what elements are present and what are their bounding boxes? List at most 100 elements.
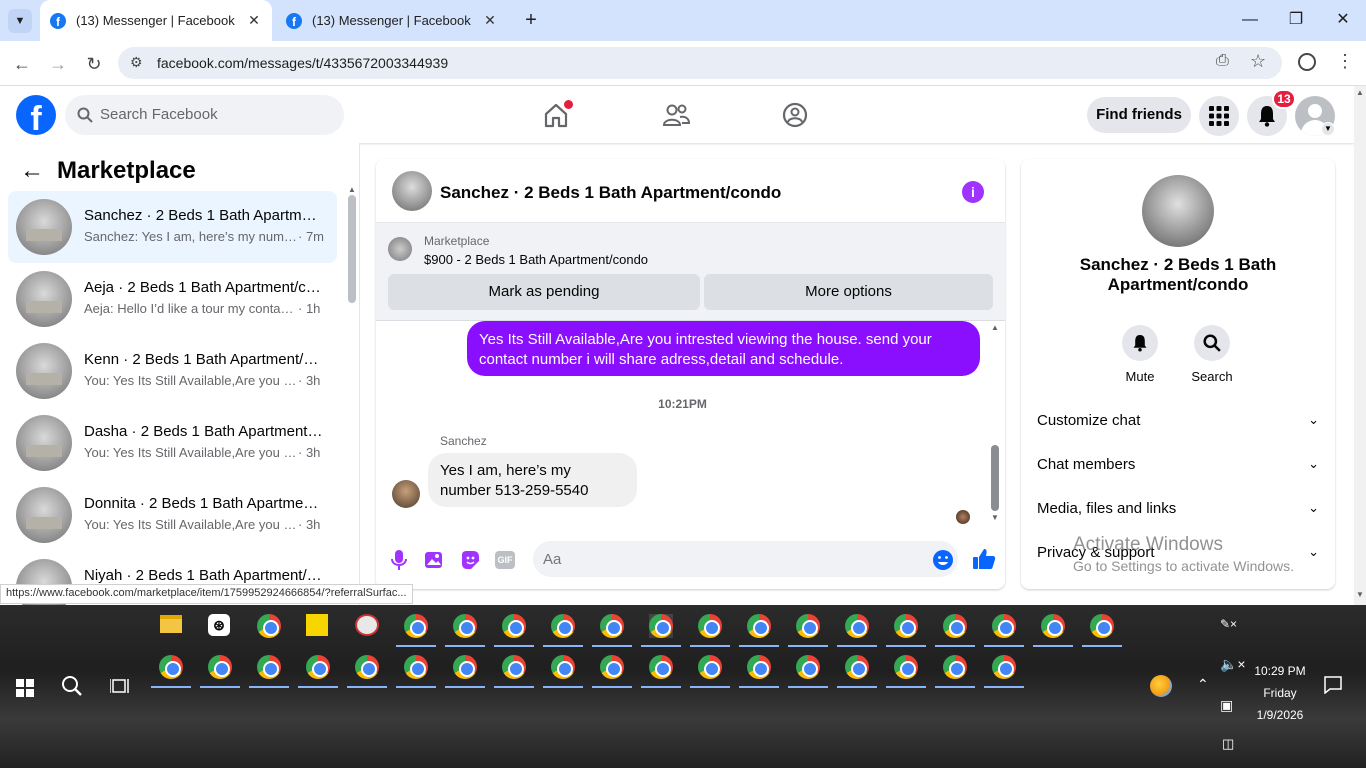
close-tab-icon[interactable]: ✕ (480, 12, 500, 29)
capcut-icon[interactable]: ⊛ (208, 614, 230, 636)
scrollbar[interactable] (348, 195, 356, 303)
browser-tab-active[interactable]: f (13) Messenger | Facebook ✕ (40, 0, 272, 41)
media-files-links-section[interactable]: Media, files and links ⌄ (1037, 500, 1319, 524)
microphone-icon[interactable] (388, 549, 410, 571)
conversation-item[interactable]: Sanchez · 2 Beds 1 Bath Apartment/condo S… (8, 191, 337, 263)
network-icon[interactable]: ▣ (1220, 697, 1233, 714)
customize-chat-section[interactable]: Customize chat ⌄ (1037, 412, 1319, 436)
tab-search-button[interactable]: ▼ (8, 9, 32, 33)
search-facebook-field[interactable]: Search Facebook (65, 95, 344, 135)
browser-tab-inactive[interactable]: f (13) Messenger | Facebook ✕ (276, 0, 508, 41)
scroll-down-icon[interactable]: ▼ (1356, 590, 1364, 599)
gif-icon[interactable]: GIF (495, 551, 515, 569)
install-app-icon[interactable]: ⎙ (1216, 52, 1229, 70)
chrome-window-icon[interactable] (355, 655, 379, 679)
browser-menu-icon[interactable]: ⋮ (1336, 51, 1354, 71)
weather-icon[interactable] (1150, 675, 1172, 697)
mute-button[interactable]: Mute (1110, 325, 1170, 384)
conversation-item[interactable]: Dasha · 2 Beds 1 Bath Apartment/condo You… (8, 407, 337, 479)
chrome-window-icon[interactable] (698, 614, 722, 638)
chrome-window-icon[interactable] (747, 655, 771, 679)
chrome-window-icon[interactable] (943, 614, 967, 638)
facebook-logo-icon[interactable]: f (16, 95, 56, 135)
chrome-window-icon[interactable] (306, 655, 330, 679)
new-tab-button[interactable]: + (519, 8, 543, 32)
page-scrollbar[interactable]: ▲ ▼ (1354, 86, 1366, 605)
conversation-item[interactable]: Kenn · 2 Beds 1 Bath Apartment/condo You:… (8, 335, 337, 407)
scroll-up-icon[interactable]: ▲ (1356, 88, 1364, 97)
chrome-window-icon[interactable] (257, 655, 281, 679)
mark-as-pending-button[interactable]: Mark as pending (388, 274, 700, 310)
paint-app-icon[interactable] (355, 614, 379, 636)
more-options-button[interactable]: More options (704, 274, 993, 310)
like-thumbs-up-icon[interactable] (972, 547, 996, 571)
chrome-window-icon[interactable] (1041, 614, 1065, 638)
search-conversation-button[interactable]: Search (1182, 325, 1242, 384)
chrome-window-icon[interactable] (698, 655, 722, 679)
pen-tray-icon[interactable]: ✎× (1220, 617, 1237, 631)
groups-icon[interactable] (780, 100, 810, 130)
chat-members-section[interactable]: Chat members ⌄ (1037, 456, 1319, 480)
bookmark-star-icon[interactable]: ☆ (1250, 51, 1266, 72)
scroll-up-icon[interactable]: ▲ (991, 323, 999, 332)
sticker-icon[interactable] (459, 549, 481, 571)
scroll-down-icon[interactable]: ▼ (991, 513, 999, 522)
minimize-button[interactable]: — (1236, 8, 1264, 32)
back-arrow-icon[interactable]: ← (20, 157, 44, 185)
restore-button[interactable]: ❐ (1282, 8, 1310, 32)
chat-title[interactable]: Sanchez · 2 Beds 1 Bath Apartment/condo (440, 183, 781, 203)
chevron-up-icon[interactable]: ⌃ (1197, 676, 1209, 693)
address-bar[interactable]: ⚙ facebook.com/messages/t/43356720033449… (118, 47, 1282, 79)
chrome-window-icon[interactable] (943, 655, 967, 679)
chrome-window-icon[interactable] (159, 655, 183, 679)
back-button[interactable]: ← (8, 50, 36, 78)
chrome-app-icon[interactable] (257, 614, 281, 638)
scroll-up-icon[interactable]: ▲ (348, 185, 356, 194)
close-window-button[interactable]: ✕ (1329, 8, 1357, 32)
photo-icon[interactable] (423, 549, 445, 571)
friends-icon[interactable] (661, 100, 691, 130)
chrome-window-icon[interactable] (404, 655, 428, 679)
chrome-window-icon[interactable] (845, 655, 869, 679)
chrome-window-icon[interactable] (649, 655, 673, 679)
chrome-window-icon[interactable] (551, 614, 575, 638)
task-view-icon[interactable] (110, 677, 130, 695)
conversation-item[interactable]: Donnita · 2 Beds 1 Bath Apartment/condo Y… (8, 479, 337, 551)
chrome-window-icon[interactable] (208, 655, 232, 679)
chrome-window-icon[interactable] (502, 614, 526, 638)
chrome-window-icon[interactable] (894, 655, 918, 679)
chrome-window-icon[interactable] (453, 614, 477, 638)
listing-title[interactable]: $900 - 2 Beds 1 Bath Apartment/condo (424, 252, 648, 267)
conversation-item[interactable]: Aeja · 2 Beds 1 Bath Apartment/condo Aeja… (8, 263, 337, 335)
chrome-window-icon[interactable] (747, 614, 771, 638)
find-friends-button[interactable]: Find friends (1087, 97, 1191, 133)
info-icon[interactable]: i (962, 181, 984, 203)
chrome-window-icon[interactable] (796, 614, 820, 638)
chrome-window-icon[interactable] (551, 655, 575, 679)
menu-button[interactable] (1199, 96, 1239, 136)
chrome-window-icon[interactable] (796, 655, 820, 679)
search-icon[interactable] (61, 675, 83, 697)
chrome-window-icon[interactable] (992, 655, 1016, 679)
forward-button[interactable]: → (44, 50, 72, 78)
windows-start-icon[interactable] (16, 679, 34, 697)
message-scrollbar-thumb[interactable] (991, 445, 999, 511)
notifications-center-icon[interactable] (1324, 676, 1342, 694)
chrome-window-icon[interactable] (845, 614, 869, 638)
system-clock[interactable]: 10:29 PM Friday 1/9/2026 (1244, 660, 1316, 726)
volume-muted-icon[interactable]: 🔈× (1220, 656, 1246, 673)
site-info-icon[interactable]: ⚙ (130, 54, 143, 71)
sticky-notes-icon[interactable] (306, 614, 328, 636)
phone-link-icon[interactable]: ◫ (1222, 736, 1234, 752)
message-input[interactable] (533, 541, 958, 577)
chrome-window-icon[interactable] (502, 655, 526, 679)
chrome-window-icon[interactable] (404, 614, 428, 638)
emoji-icon[interactable] (932, 549, 954, 571)
chrome-window-icon[interactable] (453, 655, 477, 679)
chevron-down-icon[interactable]: ▼ (1321, 122, 1335, 136)
reload-button[interactable]: ↻ (80, 50, 108, 78)
close-tab-icon[interactable]: ✕ (244, 12, 264, 29)
profile-avatar[interactable] (1142, 175, 1214, 247)
chrome-window-icon[interactable] (894, 614, 918, 638)
file-explorer-icon[interactable] (160, 615, 182, 633)
